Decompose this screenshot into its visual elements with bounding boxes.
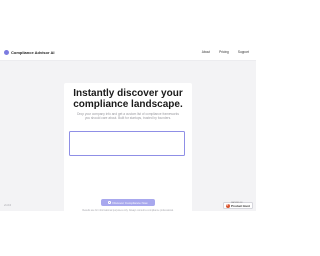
product-hunt-badge-text: FEATURED ON Product Hunt bbox=[231, 203, 250, 208]
product-hunt-badge-big: Product Hunt bbox=[231, 203, 250, 208]
brand[interactable]: Compliance Advisor AI bbox=[4, 50, 55, 55]
app-window: Compliance Advisor AI About Pricing Supp… bbox=[0, 46, 256, 220]
discover-compliance-button[interactable]: Discover Compliance Now bbox=[101, 199, 155, 206]
version-label: v1.0.0 bbox=[4, 204, 12, 207]
discover-compliance-button-label: Discover Compliance Now bbox=[112, 200, 148, 205]
navbar: Compliance Advisor AI About Pricing Supp… bbox=[0, 46, 256, 61]
nav-link-about[interactable]: About bbox=[202, 50, 210, 55]
brand-name: Compliance Advisor AI bbox=[11, 50, 55, 55]
disclaimer-note: Results are for informational purposes o… bbox=[82, 209, 174, 212]
hero-subtext: Drop your company info and get a custom … bbox=[77, 112, 179, 121]
product-hunt-icon: P bbox=[225, 203, 230, 208]
product-hunt-badge[interactable]: P FEATURED ON Product Hunt bbox=[223, 202, 253, 209]
company-info-input[interactable] bbox=[69, 131, 185, 156]
page: Compliance Advisor AI About Pricing Supp… bbox=[0, 0, 256, 256]
hero-headline: Instantly discover your compliance lands… bbox=[73, 88, 183, 110]
nav-links: About Pricing Support bbox=[202, 50, 249, 55]
nav-link-pricing[interactable]: Pricing bbox=[219, 50, 229, 55]
hero-card: Instantly discover your compliance lands… bbox=[64, 83, 192, 220]
brand-logo-icon bbox=[4, 50, 9, 55]
nav-link-support[interactable]: Support bbox=[238, 50, 249, 55]
search-icon bbox=[108, 201, 111, 204]
